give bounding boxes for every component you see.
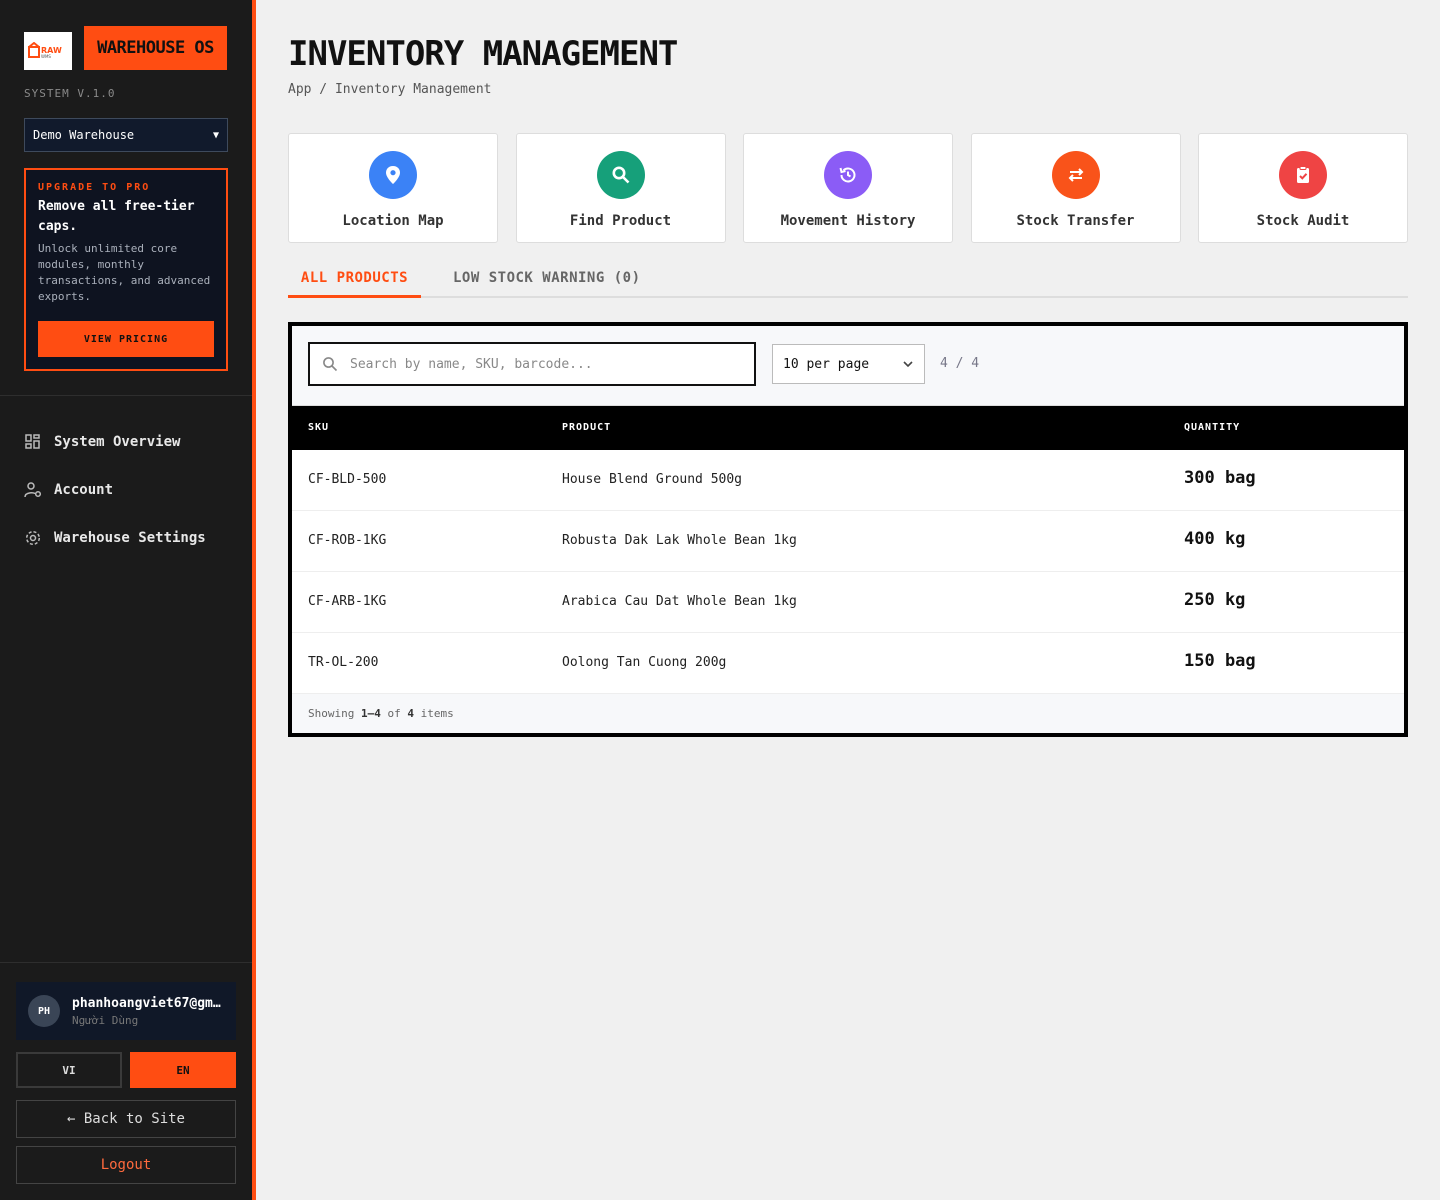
cell-product: Oolong Tan Cuong 200g bbox=[562, 655, 727, 670]
search-input[interactable] bbox=[350, 356, 730, 372]
search-icon bbox=[596, 151, 645, 199]
user-role: Người Dùng bbox=[72, 1013, 139, 1027]
nav-label: System Overview bbox=[54, 434, 181, 450]
cell-sku: TR-OL-200 bbox=[308, 655, 379, 670]
user-card[interactable]: PH phanhoangviet67@gmail.com Người Dùng bbox=[16, 982, 236, 1040]
avatar: PH bbox=[28, 995, 60, 1027]
lang-en-button[interactable]: EN bbox=[130, 1052, 236, 1088]
stock-audit-card[interactable]: Stock Audit bbox=[1198, 133, 1408, 243]
footer-total: 4 bbox=[407, 707, 414, 720]
cell-sku: CF-ARB-1KG bbox=[308, 594, 387, 609]
nav-item-account[interactable]: Account bbox=[24, 466, 234, 514]
inventory-table-panel: 10 per page 4 / 4 SKU PRODUCT QUANTITY C… bbox=[288, 322, 1408, 737]
nav-label: Warehouse Settings bbox=[54, 530, 206, 546]
user-email: phanhoangviet67@gmail.com bbox=[72, 995, 224, 1011]
history-icon bbox=[824, 151, 872, 199]
back-to-site-button[interactable]: ← Back to Site bbox=[16, 1100, 236, 1138]
transfer-icon bbox=[1051, 151, 1100, 199]
column-header-product[interactable]: PRODUCT bbox=[562, 422, 611, 433]
sidebar-accent-border bbox=[252, 0, 256, 1200]
divider bbox=[0, 962, 252, 963]
system-version: SYSTEM V.1.0 bbox=[24, 87, 116, 100]
chevron-down-icon bbox=[903, 361, 913, 368]
cell-sku: CF-ROB-1KG bbox=[308, 533, 387, 548]
upgrade-text: Unlock unlimited core modules, monthly t… bbox=[38, 242, 211, 303]
location-map-card[interactable]: Location Map bbox=[288, 133, 498, 243]
nav-label: Account bbox=[54, 482, 114, 498]
card-label: Find Product bbox=[569, 213, 672, 229]
logo[interactable]: RAW WMS bbox=[24, 32, 72, 70]
table-header: SKU PRODUCT QUANTITY bbox=[292, 406, 1404, 450]
tab-all-products[interactable]: ALL PRODUCTS bbox=[288, 270, 421, 298]
sidebar: RAW WMS WAREHOUSE OS SYSTEM V.1.0 Demo Wa… bbox=[0, 0, 252, 1200]
cell-product: Arabica Cau Dat Whole Bean 1kg bbox=[562, 594, 797, 609]
per-page-value: 10 per page bbox=[783, 356, 870, 372]
nav-item-warehouse-settings[interactable]: Warehouse Settings bbox=[24, 514, 234, 562]
table-footer: Showing 1–4 of 4 items bbox=[292, 694, 1404, 733]
page-title: INVENTORY MANAGEMENT bbox=[288, 34, 678, 74]
card-label: Stock Audit bbox=[1256, 213, 1350, 229]
logout-button[interactable]: Logout bbox=[16, 1146, 236, 1184]
cell-quantity: 150 bag bbox=[1184, 651, 1256, 671]
card-label: Location Map bbox=[342, 213, 444, 229]
user-gear-icon bbox=[24, 482, 42, 498]
brand-row: RAW WMS WAREHOUSE OS bbox=[24, 26, 227, 70]
cell-quantity: 300 bag bbox=[1184, 468, 1256, 488]
warehouse-select-value: Demo Warehouse bbox=[33, 128, 135, 142]
table-row[interactable]: CF-ARB-1KG Arabica Cau Dat Whole Bean 1k… bbox=[292, 572, 1404, 633]
upgrade-kicker: UPGRADE TO PRO bbox=[38, 182, 151, 193]
tab-low-stock-warning[interactable]: LOW STOCK WARNING (0) bbox=[453, 270, 641, 286]
gear-icon bbox=[25, 530, 41, 546]
footer-range: 1–4 bbox=[360, 707, 381, 720]
view-pricing-button[interactable]: VIEW PRICING bbox=[38, 321, 214, 357]
footer-of: of bbox=[387, 707, 401, 720]
upgrade-heading: Remove all free-tier caps. bbox=[38, 199, 195, 234]
table-row[interactable]: TR-OL-200 Oolong Tan Cuong 200g 150 bag bbox=[292, 633, 1404, 694]
upgrade-card: UPGRADE TO PRO Remove all free-tier caps… bbox=[24, 168, 228, 371]
caret-down-icon: ▼ bbox=[212, 129, 219, 141]
map-pin-icon bbox=[369, 151, 417, 199]
product-tabs: ALL PRODUCTS LOW STOCK WARNING (0) bbox=[288, 266, 1408, 298]
table-row[interactable]: CF-ROB-1KG Robusta Dak Lak Whole Bean 1k… bbox=[292, 511, 1404, 572]
footer-prefix: Showing bbox=[308, 707, 355, 720]
svg-text:WMS: WMS bbox=[41, 54, 51, 59]
stock-transfer-card[interactable]: Stock Transfer bbox=[970, 133, 1181, 243]
clipboard-check-icon bbox=[1279, 151, 1327, 199]
quick-actions: Location Map Find Product Movement Histo… bbox=[288, 133, 1408, 243]
footer-suffix: items bbox=[420, 707, 454, 720]
cell-quantity: 250 kg bbox=[1184, 590, 1246, 610]
column-header-quantity[interactable]: QUANTITY bbox=[1184, 422, 1240, 433]
divider bbox=[0, 395, 252, 396]
result-count: 4 / 4 bbox=[940, 356, 980, 371]
search-icon bbox=[323, 357, 338, 372]
card-label: Movement History bbox=[780, 213, 916, 229]
table-row[interactable]: CF-BLD-500 House Blend Ground 500g 300 b… bbox=[292, 450, 1404, 511]
cell-quantity: 400 kg bbox=[1184, 529, 1246, 549]
per-page-select[interactable]: 10 per page bbox=[772, 344, 925, 384]
sidebar-nav: System Overview Account Warehouse Settin… bbox=[24, 418, 234, 562]
breadcrumb: App / Inventory Management bbox=[288, 82, 492, 97]
lang-vi-button[interactable]: VI bbox=[16, 1052, 122, 1088]
cell-product: House Blend Ground 500g bbox=[562, 472, 743, 487]
movement-history-card[interactable]: Movement History bbox=[743, 133, 953, 243]
column-header-sku[interactable]: SKU bbox=[308, 422, 329, 433]
card-label: Stock Transfer bbox=[1016, 213, 1135, 229]
brand-name: WAREHOUSE OS bbox=[84, 26, 227, 70]
cell-product: Robusta Dak Lak Whole Bean 1kg bbox=[562, 533, 797, 548]
search-box[interactable] bbox=[308, 342, 756, 386]
dashboard-icon bbox=[25, 434, 40, 449]
warehouse-select[interactable]: Demo Warehouse ▼ bbox=[24, 118, 228, 152]
cell-sku: CF-BLD-500 bbox=[308, 472, 387, 487]
table-toolbar: 10 per page 4 / 4 bbox=[292, 326, 1404, 406]
nav-item-system-overview[interactable]: System Overview bbox=[24, 418, 234, 466]
find-product-card[interactable]: Find Product bbox=[515, 133, 726, 243]
